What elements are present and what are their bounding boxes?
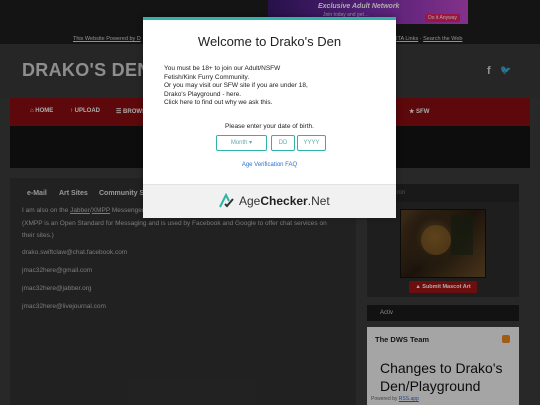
age-verification-faq-link[interactable]: Age Verification FAQ — [143, 162, 396, 168]
age-check-modal: Welcome to Drako's Den You must be 18+ t… — [143, 17, 396, 218]
why-we-ask-link[interactable]: Click here to find out why we ask this. — [164, 99, 384, 108]
modal-footer: AgeChecker.Net — [143, 184, 396, 218]
month-placeholder: Month — [230, 140, 248, 146]
modal-line: Or you may visit our SFW site if you are… — [164, 82, 308, 89]
modal-body: You must be 18+ to join our Adult/NSFW F… — [164, 65, 384, 108]
modal-line: Fetish/Kink Furry Community. — [164, 73, 250, 81]
dob-label: Please enter your date of birth. — [225, 123, 314, 130]
chevron-down-icon: ▾ — [249, 140, 253, 146]
brand-age: Age — [239, 194, 261, 208]
brand-checker: Checker — [260, 194, 308, 208]
year-input[interactable]: YYYY — [297, 135, 326, 151]
day-input[interactable]: DD — [271, 135, 295, 151]
agechecker-logo-icon — [219, 193, 234, 208]
sfw-site-link[interactable]: Drako's Playground - here. — [164, 91, 384, 100]
month-select[interactable]: Month ▾ — [216, 135, 267, 151]
brand-net: .Net — [307, 194, 330, 208]
modal-title: Welcome to Drako's Den — [197, 34, 342, 49]
agechecker-brand[interactable]: AgeChecker.Net — [239, 194, 330, 208]
modal-line: You must be 18+ to join our Adult/NSFW — [164, 65, 281, 72]
